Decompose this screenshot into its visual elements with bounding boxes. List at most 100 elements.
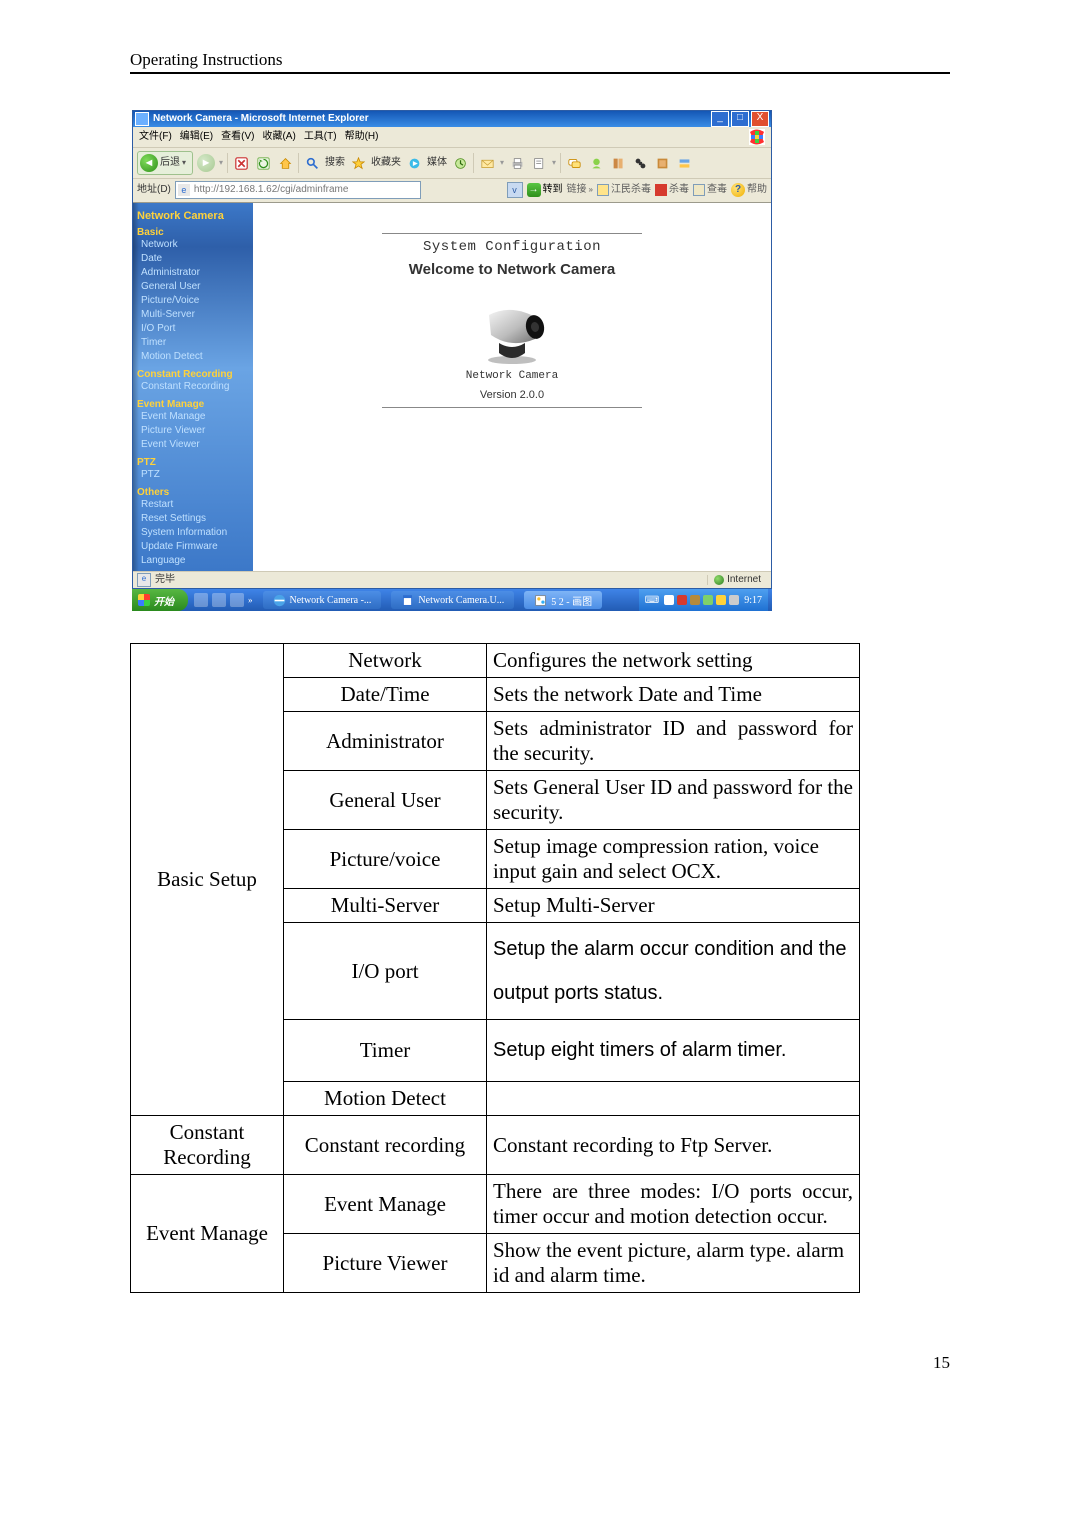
kill-virus-button[interactable]: 杀毒	[655, 184, 689, 196]
window-minimize-button[interactable]: _	[711, 111, 729, 127]
favorites-label: 收藏夹	[371, 158, 401, 168]
research-icon[interactable]	[609, 154, 627, 172]
sidebar-item-network[interactable]: Network	[137, 238, 249, 252]
sidebar-item-io-port[interactable]: I/O Port	[137, 322, 249, 336]
sidebar-item-multi-server[interactable]: Multi-Server	[137, 308, 249, 322]
sidebar-item-update-firmware[interactable]: Update Firmware	[137, 540, 249, 554]
desc-picture-voice: Setup image compression ration, voice in…	[487, 830, 860, 889]
camera-caption: Network Camera	[382, 371, 642, 382]
system-tray: ⌨ 9:17	[639, 589, 768, 611]
mail-button[interactable]	[478, 154, 496, 172]
sidebar-item-ptz[interactable]: PTZ	[137, 468, 249, 482]
address-dropdown-icon[interactable]: v	[507, 182, 523, 198]
desc-multi-server: Setup Multi-Server	[487, 889, 860, 923]
tool-icon-1[interactable]	[631, 154, 649, 172]
tray-icon[interactable]	[729, 595, 739, 605]
refresh-button[interactable]	[254, 154, 272, 172]
edit-button[interactable]	[530, 154, 548, 172]
antivirus-label[interactable]: 江民杀毒	[597, 184, 651, 196]
sidebar-title: Network Camera	[137, 211, 249, 222]
tray-lang[interactable]: ⌨	[645, 595, 659, 606]
print-button[interactable]	[508, 154, 526, 172]
sidebar-item-restart[interactable]: Restart	[137, 498, 249, 512]
window-maximize-button[interactable]: □	[731, 111, 749, 127]
address-input[interactable]: e http://192.168.1.62/cgi/adminframe	[175, 181, 421, 199]
desc-date-time: Sets the network Date and Time	[487, 678, 860, 712]
menu-view[interactable]: 查看(V)	[221, 130, 254, 144]
history-button[interactable]	[451, 154, 469, 172]
start-button[interactable]: 开始	[132, 589, 188, 611]
menu-help[interactable]: 帮助(H)	[345, 130, 379, 144]
quick-launch-item[interactable]	[212, 593, 226, 607]
sidebar-item-reset-settings[interactable]: Reset Settings	[137, 512, 249, 526]
quick-launch-item[interactable]	[230, 593, 244, 607]
status-text: 完毕	[155, 575, 175, 585]
discuss-button[interactable]	[565, 154, 583, 172]
table-row: Event Manage Event Manage There are thre…	[131, 1175, 860, 1234]
tray-icon[interactable]	[703, 595, 713, 605]
search-label: 搜索	[325, 158, 345, 168]
search-button[interactable]	[303, 154, 321, 172]
item-administrator: Administrator	[284, 712, 487, 771]
sidebar-item-system-info[interactable]: System Information	[137, 526, 249, 540]
favorites-button[interactable]	[349, 154, 367, 172]
window-titlebar: Network Camera - Microsoft Internet Expl…	[133, 111, 771, 127]
home-button[interactable]	[276, 154, 294, 172]
address-url: http://192.168.1.62/cgi/adminframe	[194, 185, 349, 195]
main-content: System Configuration Welcome to Network …	[253, 203, 771, 571]
sidebar-section-ptz: PTZ	[137, 458, 249, 468]
status-zone: Internet	[707, 575, 767, 585]
sidebar-item-language[interactable]: Language	[137, 554, 249, 568]
desc-picture-viewer: Show the event picture, alarm type. alar…	[487, 1234, 860, 1293]
messenger-icon[interactable]	[587, 154, 605, 172]
back-button[interactable]: ◄ 后退 ▾	[137, 151, 193, 175]
media-button[interactable]	[405, 154, 423, 172]
back-icon: ◄	[140, 154, 158, 172]
taskbar-item-ie[interactable]: Network Camera -...	[263, 591, 382, 609]
tray-icon[interactable]	[716, 595, 726, 605]
tray-clock: 9:17	[744, 595, 762, 606]
sidebar: Network Camera Basic Network Date Admini…	[133, 203, 253, 571]
taskbar-item-doc[interactable]: Network Camera.U...	[391, 591, 514, 609]
item-picture-viewer: Picture Viewer	[284, 1234, 487, 1293]
forward-button[interactable]: ►	[197, 154, 215, 172]
sidebar-item-date[interactable]: Date	[137, 252, 249, 266]
media-label: 媒体	[427, 158, 447, 168]
stop-button[interactable]	[232, 154, 250, 172]
scan-virus-button[interactable]: 查毒	[693, 184, 727, 196]
sidebar-item-event-manage[interactable]: Event Manage	[137, 410, 249, 424]
sidebar-item-motion-detect[interactable]: Motion Detect	[137, 350, 249, 364]
ie-logo-icon	[749, 129, 765, 145]
menu-file[interactable]: 文件(F)	[139, 130, 172, 144]
sidebar-section-constant-recording: Constant Recording	[137, 370, 249, 380]
sidebar-item-picture-viewer[interactable]: Picture Viewer	[137, 424, 249, 438]
item-constant-recording: Constant recording	[284, 1116, 487, 1175]
tool-icon-2[interactable]	[653, 154, 671, 172]
quick-launch	[194, 593, 244, 607]
menu-fav[interactable]: 收藏(A)	[262, 130, 295, 144]
desc-general-user: Sets General User ID and password for th…	[487, 771, 860, 830]
menu-tools[interactable]: 工具(T)	[304, 130, 337, 144]
sidebar-item-administrator[interactable]: Administrator	[137, 266, 249, 280]
tool-icon-3[interactable]	[675, 154, 693, 172]
taskbar-item-paint[interactable]: 5 2 - 画图	[524, 591, 602, 609]
links-label[interactable]: 链接»	[567, 185, 593, 195]
sidebar-item-constant-recording[interactable]: Constant Recording	[137, 380, 249, 394]
tray-icon[interactable]	[664, 595, 674, 605]
quick-launch-item[interactable]	[194, 593, 208, 607]
sidebar-item-timer[interactable]: Timer	[137, 336, 249, 350]
window-close-button[interactable]: X	[751, 111, 769, 127]
tray-icon[interactable]	[690, 595, 700, 605]
go-button[interactable]: → 转到	[527, 183, 563, 197]
start-label: 开始	[154, 593, 174, 608]
sidebar-item-general-user[interactable]: General User	[137, 280, 249, 294]
help-button[interactable]: ? 帮助	[731, 183, 767, 197]
tray-icon[interactable]	[677, 595, 687, 605]
sidebar-item-picture-voice[interactable]: Picture/Voice	[137, 294, 249, 308]
table-row: Constant Recording Constant recording Co…	[131, 1116, 860, 1175]
menu-edit[interactable]: 编辑(E)	[180, 130, 213, 144]
desc-motion-detect	[487, 1082, 860, 1116]
sidebar-item-event-viewer[interactable]: Event Viewer	[137, 438, 249, 452]
welcome-text: Welcome to Network Camera	[382, 262, 642, 277]
address-label: 地址(D)	[137, 185, 171, 195]
